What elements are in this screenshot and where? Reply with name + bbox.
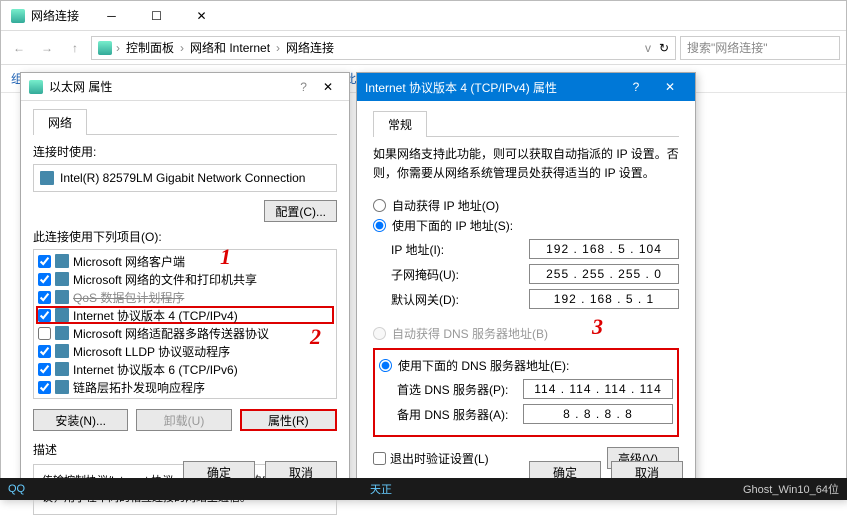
protocol-label: Microsoft 网络适配器多路传送器协议	[73, 325, 269, 342]
install-button[interactable]: 安装(N)...	[33, 409, 128, 431]
ethernet-properties-window: 以太网 属性 ? ✕ 网络 连接时使用: Intel(R) 82579LM Gi…	[20, 72, 350, 492]
desc-heading: 描述	[33, 441, 337, 458]
protocol-item[interactable]: Microsoft 网络客户端	[36, 252, 334, 270]
primary-dns-field[interactable]: 114 . 114 . 114 . 114	[523, 379, 673, 399]
protocol-item[interactable]: 链路层拓扑发现响应程序	[36, 378, 334, 396]
back-button[interactable]: ←	[7, 36, 31, 60]
address-bar: ← → ↑ › 控制面板 › 网络和 Internet › 网络连接 v ↻ 搜…	[1, 31, 846, 65]
protocol-icon	[55, 272, 69, 286]
protocol-item[interactable]: Microsoft 网络的文件和打印机共享	[36, 270, 334, 288]
nic-name: Intel(R) 82579LM Gigabit Network Connect…	[60, 171, 305, 185]
forward-button[interactable]: →	[35, 36, 59, 60]
protocol-label: 链路层拓扑发现响应程序	[73, 379, 205, 396]
protocol-item[interactable]: Microsoft LLDP 协议驱动程序	[36, 342, 334, 360]
protocol-icon	[55, 254, 69, 268]
protocol-label: Microsoft LLDP 协议驱动程序	[73, 343, 230, 360]
radio-use-ip[interactable]	[373, 219, 386, 232]
nic-field: Intel(R) 82579LM Gigabit Network Connect…	[33, 164, 337, 192]
annotation-2: 2	[310, 326, 321, 348]
properties-button[interactable]: 属性(R)	[240, 409, 337, 431]
breadcrumb[interactable]: › 控制面板 › 网络和 Internet › 网络连接 v ↻	[91, 36, 676, 60]
gateway-field[interactable]: 192 . 168 . 5 . 1	[529, 289, 679, 309]
ipv4-info: 如果网络支持此功能，则可以获取自动指派的 IP 设置。否则，你需要从网络系统管理…	[373, 145, 679, 183]
dns-section: 使用下面的 DNS 服务器地址(E): 首选 DNS 服务器(P):114 . …	[373, 348, 679, 437]
protocol-checkbox[interactable]	[38, 291, 51, 304]
minimize-button[interactable]: ─	[89, 1, 134, 30]
network-icon	[98, 41, 112, 55]
crumb-network-internet[interactable]: 网络和 Internet	[188, 39, 272, 56]
explorer-titlebar: 网络连接 ─ ☐ ✕	[1, 1, 846, 31]
protocol-label: Microsoft 网络的文件和打印机共享	[73, 271, 257, 288]
crumb-control-panel[interactable]: 控制面板	[124, 39, 176, 56]
configure-button[interactable]: 配置(C)...	[264, 200, 337, 222]
up-button[interactable]: ↑	[63, 36, 87, 60]
protocol-icon	[55, 380, 69, 394]
search-input[interactable]: 搜索"网络连接"	[680, 36, 840, 60]
task-tw[interactable]: 天正	[370, 481, 392, 497]
tab-network[interactable]: 网络	[33, 109, 87, 135]
protocol-label: QoS 数据包计划程序	[73, 289, 184, 306]
protocol-icon	[55, 344, 69, 358]
close-button[interactable]: ✕	[653, 73, 687, 101]
protocol-list[interactable]: Microsoft 网络客户端Microsoft 网络的文件和打印机共享QoS …	[33, 249, 337, 399]
ipv4-title: Internet 协议版本 4 (TCP/IPv4) 属性	[365, 79, 557, 96]
protocol-checkbox[interactable]	[38, 327, 51, 340]
connect-using-label: 连接时使用:	[33, 143, 337, 160]
protocol-icon	[55, 290, 69, 304]
protocol-item[interactable]: Internet 协议版本 6 (TCP/IPv6)	[36, 360, 334, 378]
nic-icon	[40, 171, 54, 185]
validate-checkbox[interactable]	[373, 452, 386, 465]
close-button[interactable]: ✕	[315, 80, 341, 94]
radio-auto-dns	[373, 327, 386, 340]
tab-general[interactable]: 常规	[373, 111, 427, 137]
help-button[interactable]: ?	[619, 73, 653, 101]
uses-items-label: 此连接使用下列项目(O):	[33, 228, 337, 245]
radio-use-dns[interactable]	[379, 359, 392, 372]
close-button[interactable]: ✕	[179, 1, 224, 30]
help-button[interactable]: ?	[292, 80, 315, 94]
protocol-checkbox[interactable]	[38, 381, 51, 394]
protocol-label: Internet 协议版本 4 (TCP/IPv4)	[73, 307, 238, 324]
subnet-mask-field[interactable]: 255 . 255 . 255 . 0	[529, 264, 679, 284]
protocol-checkbox[interactable]	[38, 345, 51, 358]
protocol-checkbox[interactable]	[38, 255, 51, 268]
ip-address-field[interactable]: 192 . 168 . 5 . 104	[529, 239, 679, 259]
protocol-label: Microsoft 网络客户端	[73, 253, 185, 270]
protocol-item[interactable]: QoS 数据包计划程序	[36, 288, 334, 306]
network-icon	[11, 9, 25, 23]
annotation-1: 1	[220, 246, 231, 268]
radio-auto-ip[interactable]	[373, 199, 386, 212]
protocol-checkbox[interactable]	[38, 273, 51, 286]
uninstall-button[interactable]: 卸载(U)	[136, 409, 231, 431]
protocol-item[interactable]: Microsoft 网络适配器多路传送器协议	[36, 324, 334, 342]
ipv4-titlebar: Internet 协议版本 4 (TCP/IPv4) 属性 ? ✕	[357, 73, 695, 101]
protocol-checkbox[interactable]	[38, 363, 51, 376]
task-ghost[interactable]: Ghost_Win10_64位	[743, 481, 839, 497]
network-icon	[29, 80, 43, 94]
annotation-3: 3	[592, 316, 603, 338]
crumb-network-connections[interactable]: 网络连接	[284, 39, 336, 56]
protocol-item[interactable]: Internet 协议版本 4 (TCP/IPv4)	[36, 306, 334, 324]
eth-title: 以太网 属性	[49, 78, 112, 95]
maximize-button[interactable]: ☐	[134, 1, 179, 30]
protocol-checkbox[interactable]	[38, 309, 51, 322]
protocol-label: Internet 协议版本 6 (TCP/IPv6)	[73, 361, 238, 378]
ipv4-properties-window: Internet 协议版本 4 (TCP/IPv4) 属性 ? ✕ 常规 如果网…	[356, 72, 696, 492]
protocol-icon	[55, 326, 69, 340]
protocol-icon	[55, 362, 69, 376]
taskbar: QQ 天正 Ghost_Win10_64位	[0, 478, 847, 500]
task-qq[interactable]: QQ	[8, 483, 25, 495]
explorer-title: 网络连接	[31, 7, 79, 24]
protocol-icon	[55, 308, 69, 322]
eth-titlebar: 以太网 属性 ? ✕	[21, 73, 349, 101]
alt-dns-field[interactable]: 8 . 8 . 8 . 8	[523, 404, 673, 424]
